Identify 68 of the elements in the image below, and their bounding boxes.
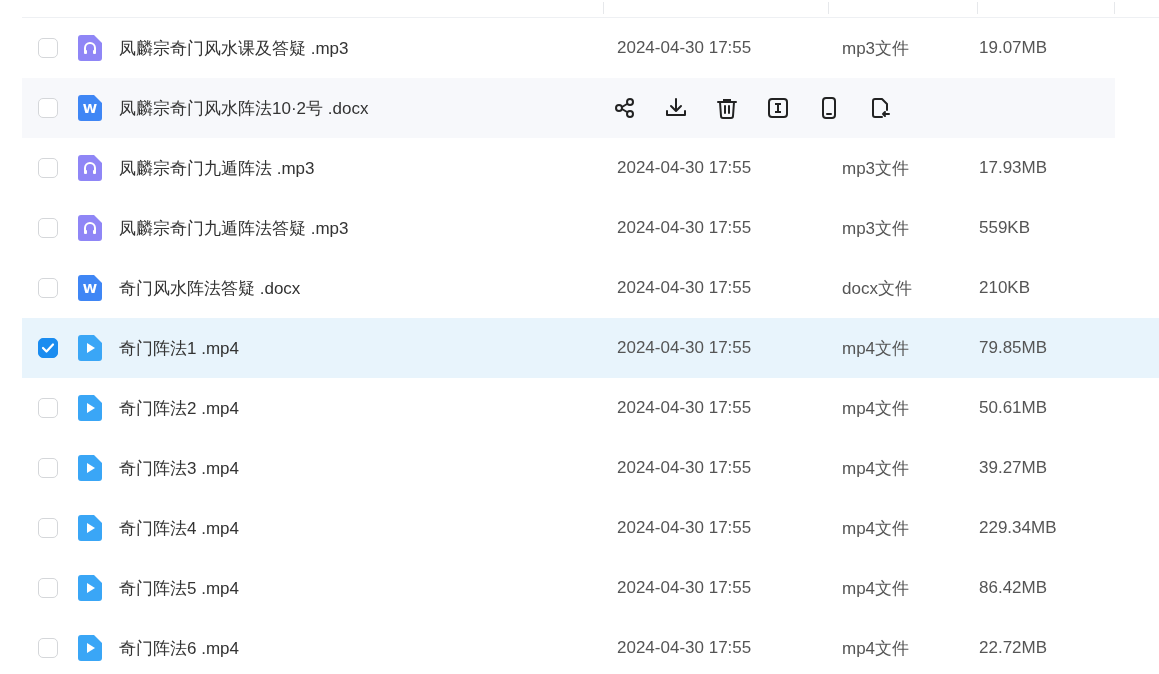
modified-date: 2024-04-30 17:55: [617, 638, 752, 657]
file-type: docx文件: [842, 278, 912, 298]
video-file-icon: [78, 395, 102, 421]
file-type: mp4文件: [842, 518, 910, 538]
audio-file-icon: [78, 35, 102, 61]
checkmark-icon: [41, 341, 55, 355]
share-icon[interactable]: [613, 96, 637, 120]
file-size: 19.07MB: [979, 38, 1048, 57]
file-row[interactable]: 凤麟宗奇门九遁阵法 .mp3 2024-04-30 17:55 mp3文件 17.93MB: [22, 138, 1159, 198]
file-row[interactable]: 奇门阵法5 .mp4 2024-04-30 17:55 mp4文件 86.42MB: [22, 558, 1159, 618]
trash-icon[interactable]: [715, 96, 739, 120]
file-type: mp4文件: [842, 638, 910, 658]
file-type: mp4文件: [842, 338, 910, 358]
file-size: 79.85MB: [979, 338, 1048, 357]
video-file-icon: [78, 335, 102, 361]
checkbox[interactable]: [38, 338, 58, 358]
file-name[interactable]: 奇门阵法6 .mp4: [119, 638, 239, 658]
audio-file-icon: [78, 215, 102, 241]
file-row[interactable]: 奇门阵法4 .mp4 2024-04-30 17:55 mp4文件 229.34MB: [22, 498, 1159, 558]
file-name[interactable]: 奇门阵法3 .mp4: [119, 458, 239, 478]
file-type: mp3文件: [842, 218, 910, 238]
modified-date: 2024-04-30 17:55: [617, 158, 752, 177]
modified-date: 2024-04-30 17:55: [617, 338, 752, 357]
rename-icon[interactable]: [766, 96, 790, 120]
file-row[interactable]: 凤麟宗奇门风水课及答疑 .mp3 2024-04-30 17:55 mp3文件 19.07MB: [22, 18, 1159, 78]
file-row[interactable]: W 奇门风水阵法答疑 .docx 2024-04-30 17:55 docx文件 210KB: [22, 258, 1159, 318]
modified-date: 2024-04-30 17:55: [617, 38, 752, 57]
file-name[interactable]: 凤麟宗奇门风水阵法10·2号 .docx: [119, 98, 369, 118]
audio-file-icon: [78, 155, 102, 181]
file-size: 229.34MB: [979, 518, 1057, 537]
file-type: mp3文件: [842, 158, 910, 178]
file-row[interactable]: W 凤麟宗奇门风水阵法10·2号 .docx: [22, 78, 1115, 138]
file-size: 210KB: [979, 278, 1031, 297]
modified-date: 2024-04-30 17:55: [617, 278, 752, 297]
file-size: 559KB: [979, 218, 1031, 237]
file-name[interactable]: 奇门阵法5 .mp4: [119, 578, 239, 598]
file-name[interactable]: 奇门阵法1 .mp4: [119, 338, 239, 358]
file-row[interactable]: 奇门阵法2 .mp4 2024-04-30 17:55 mp4文件 50.61MB: [22, 378, 1159, 438]
file-name[interactable]: 奇门阵法2 .mp4: [119, 398, 239, 418]
file-name[interactable]: 奇门风水阵法答疑 .docx: [119, 278, 301, 298]
modified-date: 2024-04-30 17:55: [617, 578, 752, 597]
file-name[interactable]: 凤麟宗奇门九遁阵法答疑 .mp3: [119, 218, 349, 238]
file-type: mp4文件: [842, 458, 910, 478]
file-row[interactable]: 奇门阵法6 .mp4 2024-04-30 17:55 mp4文件 22.72MB: [22, 618, 1159, 674]
file-type: mp4文件: [842, 578, 910, 598]
file-name[interactable]: 奇门阵法4 .mp4: [119, 518, 239, 538]
file-size: 22.72MB: [979, 638, 1048, 657]
modified-date: 2024-04-30 17:55: [617, 398, 752, 417]
file-name[interactable]: 凤麟宗奇门九遁阵法 .mp3: [119, 158, 315, 178]
file-name[interactable]: 凤麟宗奇门风水课及答疑 .mp3: [119, 38, 349, 58]
modified-date: 2024-04-30 17:55: [617, 218, 752, 237]
file-size: 17.93MB: [979, 158, 1048, 177]
word-file-icon: W: [78, 275, 102, 301]
word-file-icon: W: [78, 95, 102, 121]
file-type: mp3文件: [842, 38, 910, 58]
file-row[interactable]: 凤麟宗奇门九遁阵法答疑 .mp3 2024-04-30 17:55 mp3文件 559KB: [22, 198, 1159, 258]
file-size: 86.42MB: [979, 578, 1048, 597]
modified-date: 2024-04-30 17:55: [617, 518, 752, 537]
file-row[interactable]: 奇门阵法1 .mp4 2024-04-30 17:55 mp4文件 79.85MB: [22, 318, 1159, 378]
video-file-icon: [78, 515, 102, 541]
video-file-icon: [78, 575, 102, 601]
file-row[interactable]: 奇门阵法3 .mp4 2024-04-30 17:55 mp4文件 39.27MB: [22, 438, 1159, 498]
modified-date: 2024-04-30 17:55: [617, 458, 752, 477]
file-size: 39.27MB: [979, 458, 1048, 477]
file-type: mp4文件: [842, 398, 910, 418]
video-file-icon: [78, 635, 102, 661]
file-size: 50.61MB: [979, 398, 1048, 417]
video-file-icon: [78, 455, 102, 481]
